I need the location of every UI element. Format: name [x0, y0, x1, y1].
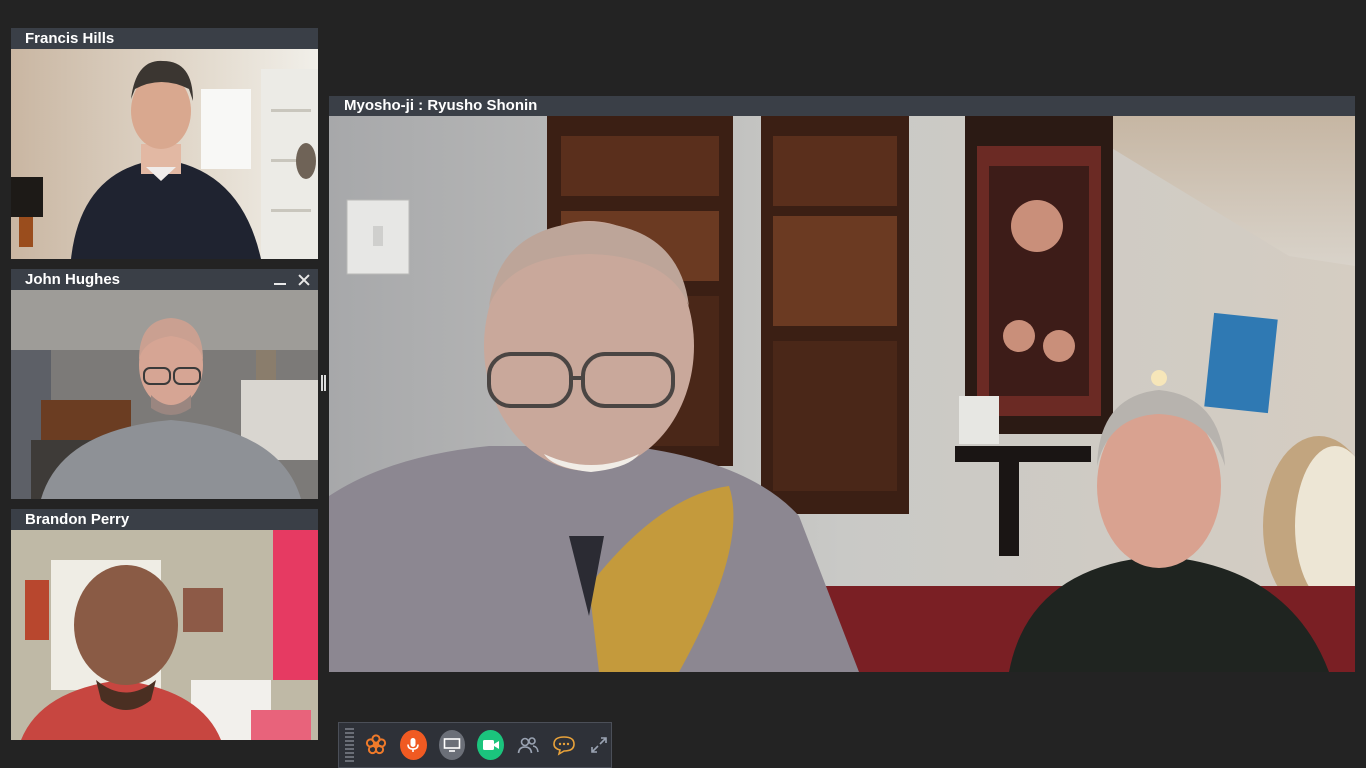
video-camera-icon	[482, 738, 500, 752]
panel-resize-handle[interactable]	[320, 372, 327, 394]
call-toolbar	[338, 722, 612, 768]
video-frame-brandon-perry	[11, 530, 318, 740]
participant-name-header: Brandon Perry	[11, 509, 318, 530]
chat-icon[interactable]	[552, 730, 576, 760]
participant-name: Francis Hills	[25, 30, 114, 47]
camera-button[interactable]	[477, 730, 504, 760]
main-speaker-name: Myosho-ji : Ryusho Shonin	[344, 97, 537, 114]
main-speaker-header: Myosho-ji : Ryusho Shonin	[329, 96, 1355, 116]
microphone-button[interactable]	[400, 730, 427, 760]
screen-share-button[interactable]	[439, 730, 466, 760]
participant-name: John Hughes	[25, 271, 120, 288]
video-frame-main-speaker	[329, 116, 1355, 672]
main-speaker-video[interactable]: Myosho-ji : Ryusho Shonin	[329, 96, 1355, 672]
participant-name-header: John Hughes	[11, 269, 318, 290]
participant-video-feed	[11, 49, 318, 259]
video-frame-francis-hills	[11, 49, 318, 259]
participant-video-feed	[11, 290, 318, 499]
video-conference-stage: Francis Hills	[0, 0, 1366, 768]
participant-tile-john-hughes[interactable]: John Hughes	[11, 269, 318, 499]
participant-tile-brandon-perry[interactable]: Brandon Perry	[11, 509, 318, 740]
participant-tile-francis-hills[interactable]: Francis Hills	[11, 28, 318, 259]
participant-name-header: Francis Hills	[11, 28, 318, 49]
close-icon[interactable]	[298, 274, 310, 286]
microphone-icon	[404, 736, 422, 754]
participant-video-feed	[11, 530, 318, 740]
minimize-icon[interactable]	[274, 274, 286, 286]
settings-flower-icon[interactable]	[364, 730, 388, 760]
video-frame-john-hughes	[11, 290, 318, 499]
tile-window-controls	[274, 269, 310, 290]
toolbar-drag-handle[interactable]	[345, 728, 354, 762]
fullscreen-icon[interactable]	[588, 730, 611, 760]
participant-name: Brandon Perry	[25, 511, 129, 528]
participants-icon[interactable]	[516, 730, 540, 760]
main-video-feed	[329, 116, 1355, 672]
screen-share-icon	[443, 737, 461, 753]
